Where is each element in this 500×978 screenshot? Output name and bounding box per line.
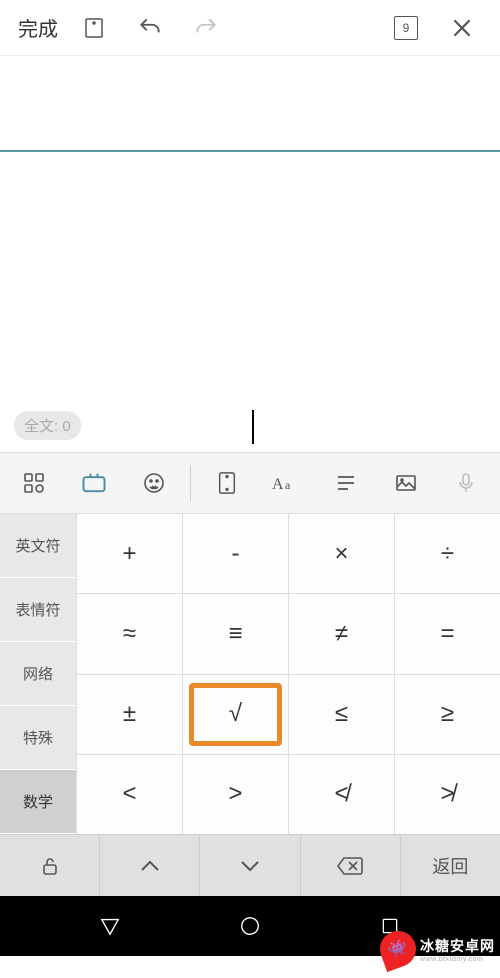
category-tabs: 英文符 表情符 网络 特殊 数学 — [0, 514, 76, 834]
category-tab-english[interactable]: 英文符 — [0, 514, 76, 578]
keyboard-icon[interactable] — [64, 453, 124, 513]
symbol-key[interactable]: + — [77, 514, 182, 593]
symbol-key[interactable]: ≤ — [289, 675, 394, 754]
symbol-key[interactable]: - — [183, 514, 288, 593]
symbol-grid: + - × ÷ ≈ ≡ ≠ = ± √ ≤ ≥ < > ≮ ≯ — [76, 514, 500, 834]
redo-icon — [192, 14, 220, 42]
close-icon[interactable] — [448, 14, 476, 42]
align-icon[interactable] — [316, 453, 376, 513]
return-key[interactable]: 返回 — [401, 835, 500, 896]
symbol-key[interactable]: ≠ — [289, 594, 394, 673]
symbol-key[interactable]: × — [289, 514, 394, 593]
category-tab-math[interactable]: 数学 — [0, 770, 76, 834]
page-number-box[interactable]: 9 — [392, 14, 420, 42]
symbol-key-sqrt-highlighted[interactable]: √ — [183, 675, 288, 754]
keyboard-function-row: 返回 — [0, 834, 500, 896]
symbol-key[interactable]: ≯ — [395, 755, 500, 834]
svg-text:a: a — [285, 478, 291, 492]
symbol-keyboard: 英文符 表情符 网络 特殊 数学 + - × ÷ ≈ ≡ ≠ = ± √ ≤ ≥… — [0, 514, 500, 834]
symbol-key[interactable]: < — [77, 755, 182, 834]
save-icon[interactable] — [80, 14, 108, 42]
fullscreen-icon[interactable] — [197, 453, 257, 513]
font-icon[interactable]: Aa — [257, 453, 317, 513]
backspace-key[interactable] — [301, 835, 401, 896]
title-input-area[interactable] — [0, 56, 500, 152]
watermark-url: www.btxtdmy.com — [420, 956, 495, 963]
undo-icon[interactable] — [136, 14, 164, 42]
up-arrow-key[interactable] — [100, 835, 200, 896]
nav-recent-icon[interactable] — [376, 912, 404, 940]
category-tab-emoji[interactable]: 表情符 — [0, 578, 76, 642]
image-icon[interactable] — [376, 453, 436, 513]
word-count-badge: 全文: 0 — [14, 411, 81, 440]
down-arrow-key[interactable] — [200, 835, 300, 896]
category-tab-special[interactable]: 特殊 — [0, 706, 76, 770]
symbol-key[interactable]: ± — [77, 675, 182, 754]
symbol-key[interactable]: ≈ — [77, 594, 182, 673]
symbol-key[interactable]: ≮ — [289, 755, 394, 834]
nav-home-icon[interactable] — [236, 912, 264, 940]
symbol-key[interactable]: ≡ — [183, 594, 288, 673]
lock-key[interactable] — [0, 835, 100, 896]
symbol-key[interactable]: = — [395, 594, 500, 673]
apps-icon[interactable] — [4, 453, 64, 513]
nav-back-icon[interactable] — [96, 912, 124, 940]
symbol-key[interactable]: ÷ — [395, 514, 500, 593]
category-tab-network[interactable]: 网络 — [0, 642, 76, 706]
symbol-key[interactable]: > — [183, 755, 288, 834]
mic-icon[interactable] — [436, 453, 496, 513]
emoji-icon[interactable] — [124, 453, 184, 513]
body-editor-area[interactable]: 全文: 0 — [0, 152, 500, 452]
svg-text:A: A — [272, 476, 284, 493]
text-cursor — [252, 410, 254, 444]
done-button[interactable]: 完成 — [10, 13, 66, 42]
format-toolbar: Aa — [0, 452, 500, 514]
android-nav-bar — [0, 896, 500, 956]
symbol-key[interactable]: ≥ — [395, 675, 500, 754]
top-toolbar: 完成 9 — [0, 0, 500, 56]
